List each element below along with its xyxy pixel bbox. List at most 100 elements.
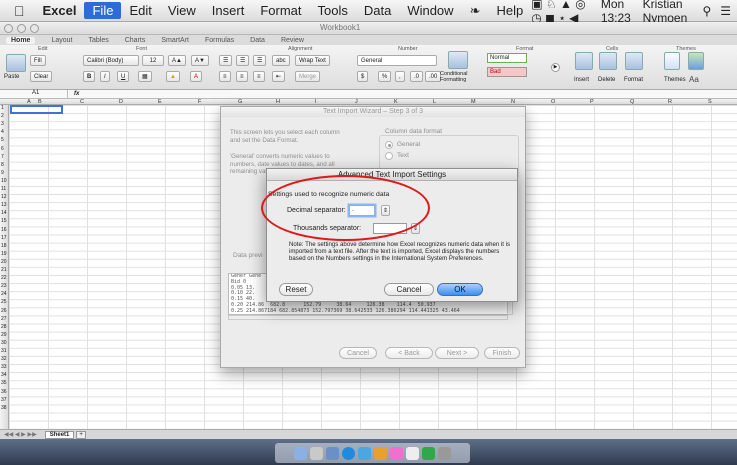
align-left-icon[interactable]: ≡ xyxy=(219,71,231,82)
align-bottom-icon[interactable]: ☰ xyxy=(253,55,267,66)
font-size-select[interactable]: 12 xyxy=(142,55,164,66)
row-header[interactable]: 3 xyxy=(1,121,4,127)
row-header[interactable]: 24 xyxy=(1,291,7,297)
row-header[interactable]: 38 xyxy=(1,405,7,411)
advanced-cancel-button[interactable]: Cancel xyxy=(384,283,434,296)
align-top-icon[interactable]: ☰ xyxy=(219,55,233,66)
tab-home[interactable]: Home xyxy=(6,36,36,44)
script-menu-icon[interactable]: ❧ xyxy=(462,3,489,19)
italic-button[interactable]: I xyxy=(100,71,110,82)
menu-file[interactable]: File xyxy=(84,2,122,19)
row-header[interactable]: 9 xyxy=(1,170,4,176)
status-icons[interactable]: ▣ ♘ ▲ ◎ ◷ ◼ ⋆ ◀ xyxy=(531,0,592,25)
borders-icon[interactable]: ▦ xyxy=(138,71,152,82)
themes-icon[interactable] xyxy=(664,52,680,70)
percent-icon[interactable]: % xyxy=(378,71,392,82)
spotlight-icon[interactable]: ⚲ xyxy=(702,4,711,18)
name-box[interactable]: A1 xyxy=(0,90,68,98)
row-header[interactable]: 11 xyxy=(1,186,6,192)
tab-formulas[interactable]: Formulas xyxy=(205,37,234,44)
tab-smartart[interactable]: SmartArt xyxy=(161,37,189,44)
row-header[interactable]: 21 xyxy=(1,267,7,273)
wizard-cancel-button[interactable]: Cancel xyxy=(339,347,377,359)
menu-tools[interactable]: Tools xyxy=(309,3,355,18)
merge-button[interactable]: Merge xyxy=(295,71,321,82)
active-cell[interactable] xyxy=(10,105,63,114)
row-header[interactable]: 7 xyxy=(1,154,4,160)
align-middle-icon[interactable]: ☰ xyxy=(236,55,250,66)
increase-decimal-icon[interactable]: .0 xyxy=(410,71,424,82)
menu-format[interactable]: Format xyxy=(252,3,309,18)
row-header[interactable]: 30 xyxy=(1,340,7,346)
apple-icon[interactable]:  xyxy=(14,3,25,19)
app-icon[interactable] xyxy=(390,446,403,460)
menu-view[interactable]: View xyxy=(160,3,204,18)
font-name-select[interactable]: Calibri (Body) xyxy=(83,55,139,66)
insert-label[interactable]: Insert xyxy=(574,77,589,83)
delete-label[interactable]: Delete xyxy=(598,77,615,83)
row-header[interactable]: 27 xyxy=(1,316,7,322)
sheet-nav-icon[interactable]: ◀◀ ◀ ▶ ▶▶ xyxy=(4,431,37,438)
text-orientation-icon[interactable]: abc xyxy=(272,55,290,66)
bold-button[interactable]: B xyxy=(83,71,96,82)
format-label[interactable]: Format xyxy=(624,77,643,83)
themes-label[interactable]: Themes xyxy=(664,77,686,83)
row-header[interactable]: 4 xyxy=(1,129,4,135)
row-header[interactable]: 15 xyxy=(1,218,7,224)
row-header[interactable]: 8 xyxy=(1,162,4,168)
row-header[interactable]: 37 xyxy=(1,397,7,403)
row-header[interactable]: 26 xyxy=(1,308,7,314)
fx-icon[interactable]: fx xyxy=(74,91,79,97)
row-header[interactable]: 31 xyxy=(1,348,7,354)
menu-help[interactable]: Help xyxy=(488,3,531,18)
menu-app[interactable]: Excel xyxy=(35,3,85,18)
format-cells-icon[interactable] xyxy=(625,52,643,70)
row-header[interactable]: 18 xyxy=(1,243,7,249)
excel-icon[interactable] xyxy=(422,446,435,460)
theme-fonts-icon[interactable]: Aa xyxy=(689,75,699,84)
row-header[interactable]: 25 xyxy=(1,299,7,305)
tab-charts[interactable]: Charts xyxy=(125,37,146,44)
row-header[interactable]: 16 xyxy=(1,227,7,233)
wizard-finish-button[interactable]: Finish xyxy=(484,347,520,359)
paste-label[interactable]: Paste xyxy=(4,74,19,80)
wizard-back-button[interactable]: < Back xyxy=(385,347,433,359)
finder-icon[interactable] xyxy=(294,446,307,460)
add-sheet-button[interactable]: + xyxy=(76,430,86,439)
increase-font-button[interactable]: A▲ xyxy=(168,55,186,66)
row-header[interactable]: 22 xyxy=(1,275,7,281)
firefox-icon[interactable] xyxy=(374,446,387,460)
theme-colors-icon[interactable] xyxy=(688,52,704,70)
preview-hscrollbar[interactable] xyxy=(228,315,508,320)
close-window-button[interactable] xyxy=(4,24,13,33)
row-header[interactable]: 34 xyxy=(1,372,7,378)
row-header[interactable]: 17 xyxy=(1,235,7,241)
tab-data[interactable]: Data xyxy=(250,37,265,44)
row-header[interactable]: 13 xyxy=(1,202,7,208)
decrease-font-button[interactable]: A▼ xyxy=(191,55,209,66)
minimize-window-button[interactable] xyxy=(17,24,26,33)
document-icon[interactable] xyxy=(406,446,419,460)
menu-data[interactable]: Data xyxy=(356,3,399,18)
menu-window[interactable]: Window xyxy=(399,3,461,18)
radio-general[interactable] xyxy=(385,141,393,149)
styles-more-icon[interactable]: ▶ xyxy=(551,63,560,72)
row-header[interactable]: 14 xyxy=(1,210,7,216)
font-color-icon[interactable]: A xyxy=(190,71,203,82)
skype-icon[interactable] xyxy=(342,446,355,460)
reset-button[interactable]: Reset xyxy=(279,283,313,296)
row-header[interactable]: 20 xyxy=(1,259,7,265)
highlight-icon[interactable]: ▲ xyxy=(166,71,180,82)
clock[interactable]: Mon 13:23 xyxy=(601,0,634,25)
row-header[interactable]: 12 xyxy=(1,194,7,200)
row-header[interactable]: 23 xyxy=(1,283,7,289)
number-format-select[interactable]: General xyxy=(357,55,437,66)
browser-icon[interactable] xyxy=(358,446,371,460)
list-icon[interactable]: ☰ xyxy=(720,4,731,18)
row-header[interactable]: 33 xyxy=(1,364,7,370)
underline-button[interactable]: U xyxy=(117,71,130,82)
row-header[interactable]: 32 xyxy=(1,356,7,362)
menu-insert[interactable]: Insert xyxy=(204,3,253,18)
row-header[interactable]: 35 xyxy=(1,380,7,386)
tab-tables[interactable]: Tables xyxy=(88,37,108,44)
